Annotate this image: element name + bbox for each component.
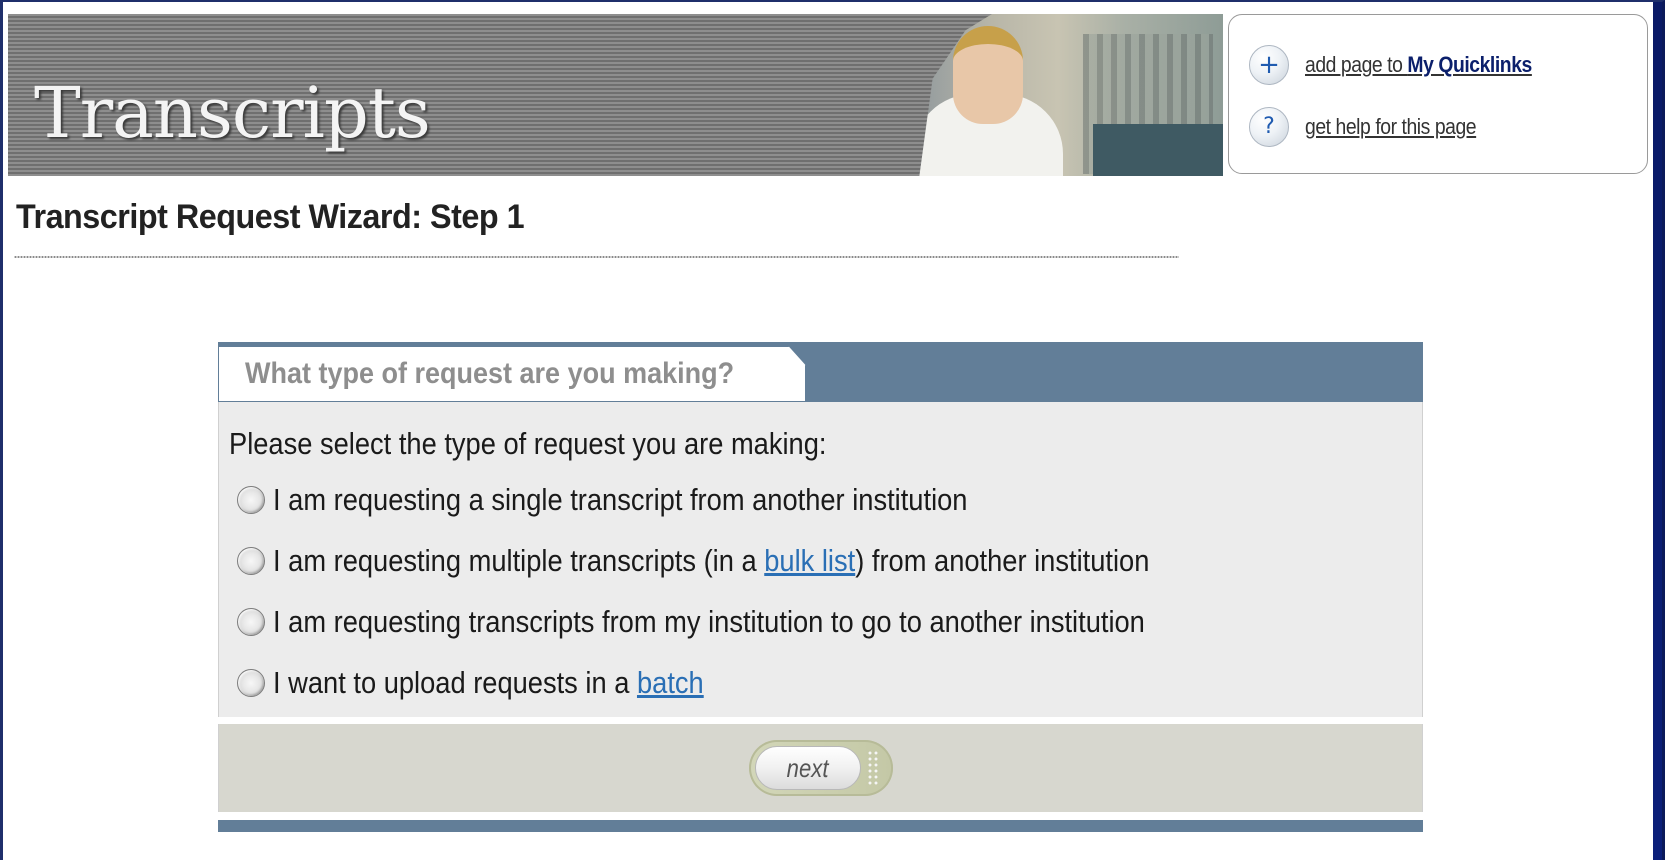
question-icon[interactable]: ? — [1249, 107, 1289, 147]
option-text-after[interactable]: ) from another institution — [855, 543, 1149, 578]
radio-my-institution[interactable] — [237, 608, 265, 636]
panel-footer: next — [218, 724, 1423, 812]
bulk-list-link[interactable]: bulk list — [764, 543, 855, 578]
option-label[interactable]: I am requesting multiple transcripts (in… — [273, 543, 1149, 579]
radio-single-transcript[interactable] — [237, 486, 265, 514]
option-label[interactable]: I am requesting a single transcript from… — [273, 482, 967, 518]
next-button-label[interactable]: next — [787, 753, 829, 784]
option-multiple-transcripts[interactable]: I am requesting multiple transcripts (in… — [237, 543, 1269, 579]
next-button-face[interactable]: next — [755, 746, 861, 790]
option-my-institution[interactable]: I am requesting transcripts from my inst… — [237, 604, 1264, 640]
next-grip-icon — [867, 750, 879, 786]
panel-tab-label: What type of request are you making? — [245, 357, 735, 390]
my-quicklinks-text[interactable]: My Quicklinks — [1407, 52, 1532, 77]
get-help-link[interactable]: ? get help for this page — [1249, 107, 1499, 147]
page-title: Transcript Request Wizard: Step 1 — [16, 198, 525, 236]
add-to-quicklinks-link[interactable]: + add page to My Quicklinks — [1249, 45, 1563, 85]
plus-icon[interactable]: + — [1249, 45, 1289, 85]
next-button[interactable]: next — [749, 740, 893, 796]
photo-person-head — [953, 26, 1023, 124]
panel-header: What type of request are you making? — [218, 342, 1423, 402]
option-upload-batch[interactable]: I want to upload requests in a batch — [237, 665, 762, 701]
option-text-before[interactable]: I want to upload requests in a — [273, 665, 637, 700]
banner-title: Transcripts — [34, 72, 431, 154]
panel-tab: What type of request are you making? — [218, 346, 806, 402]
title-divider — [14, 255, 1179, 259]
option-single-transcript[interactable]: I am requesting a single transcript from… — [237, 482, 1062, 518]
option-label[interactable]: I am requesting transcripts from my inst… — [273, 604, 1145, 640]
panel-body: Please select the type of request you ar… — [218, 402, 1423, 717]
radio-upload-batch[interactable] — [237, 669, 265, 697]
quicklinks-box: + add page to My Quicklinks ? get help f… — [1228, 14, 1648, 174]
request-prompt: Please select the type of request you ar… — [229, 426, 827, 461]
header-banner: Transcripts — [8, 14, 1223, 176]
add-to-quicklinks-prefix[interactable]: add page to — [1305, 52, 1407, 77]
panel-bottom-bar — [218, 820, 1423, 832]
request-type-panel: What type of request are you making? Ple… — [218, 342, 1423, 834]
batch-link[interactable]: batch — [637, 665, 704, 700]
option-text-before[interactable]: I am requesting multiple transcripts (in… — [273, 543, 764, 578]
window-edge-right — [1653, 0, 1665, 860]
radio-multiple-transcripts[interactable] — [237, 547, 265, 575]
get-help-label[interactable]: get help for this page — [1305, 114, 1477, 140]
photo-desk — [1093, 124, 1223, 176]
banner-photo — [919, 14, 1223, 176]
add-to-quicklinks-label[interactable]: add page to My Quicklinks — [1305, 52, 1532, 78]
option-label[interactable]: I want to upload requests in a batch — [273, 665, 704, 701]
